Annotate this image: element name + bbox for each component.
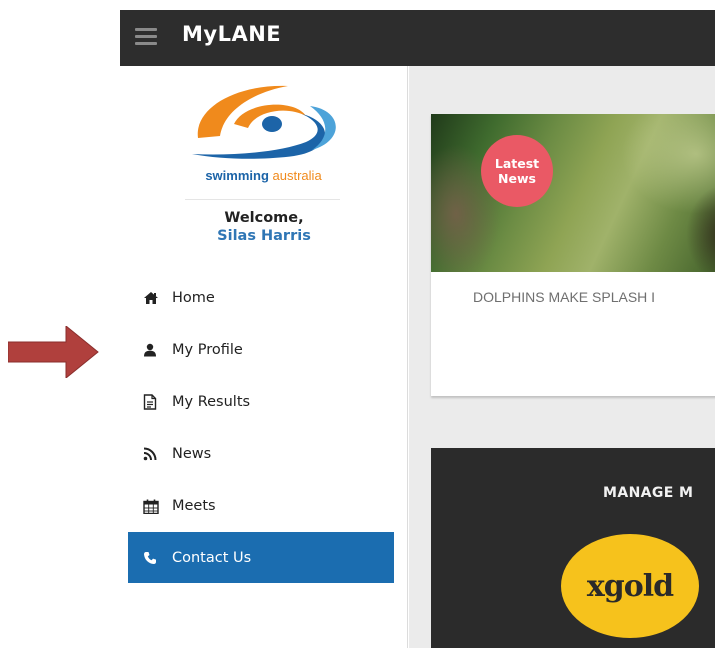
sidebar-item-label: Meets bbox=[172, 498, 216, 514]
sidebar-item-label: My Results bbox=[172, 394, 251, 410]
sidebar-item-contact-us[interactable]: Contact Us bbox=[128, 532, 394, 583]
sidebar-item-my-results[interactable]: My Results bbox=[128, 376, 394, 428]
news-photo: Latest News bbox=[431, 114, 715, 272]
swirl-logo-icon bbox=[191, 85, 336, 159]
document-icon bbox=[143, 393, 165, 411]
main-content: Latest News DOLPHINS MAKE SPLASH I MANAG… bbox=[409, 66, 715, 648]
home-icon bbox=[143, 289, 165, 307]
news-headline[interactable]: DOLPHINS MAKE SPLASH I bbox=[473, 289, 715, 305]
sidebar-item-meets[interactable]: Meets bbox=[128, 480, 394, 532]
latest-news-badge: Latest News bbox=[481, 135, 553, 207]
welcome-block: Welcome, Silas Harris bbox=[120, 209, 408, 245]
hamburger-icon[interactable] bbox=[135, 28, 157, 46]
logo-wordmark: swimming australia bbox=[205, 168, 322, 183]
manage-card-title: MANAGE M bbox=[603, 485, 694, 501]
manage-card: MANAGE M xgold bbox=[431, 448, 715, 648]
app-title: MyLANE bbox=[182, 22, 282, 46]
sidebar-item-home[interactable]: Home bbox=[128, 272, 394, 324]
rss-icon bbox=[143, 445, 165, 463]
user-icon bbox=[143, 341, 165, 359]
welcome-label: Welcome, bbox=[224, 210, 304, 226]
sidebar-item-label: Contact Us bbox=[172, 549, 252, 566]
sidebar-item-label: News bbox=[172, 446, 212, 462]
sidebar-item-label: Home bbox=[172, 290, 215, 306]
sidebar-nav: Home My Profile My Results News Meets Co… bbox=[128, 272, 394, 583]
annotation-arrow bbox=[8, 326, 99, 378]
user-name[interactable]: Silas Harris bbox=[120, 227, 408, 245]
app-window: MyLANE swimming australia Welcome, Silas… bbox=[120, 10, 715, 648]
swimming-australia-logo: swimming australia bbox=[176, 80, 351, 192]
sidebar-item-my-profile[interactable]: My Profile bbox=[128, 324, 394, 376]
calendar-icon bbox=[143, 497, 165, 515]
sidebar-item-label: My Profile bbox=[172, 342, 243, 358]
phone-icon bbox=[143, 549, 165, 567]
top-bar: MyLANE bbox=[120, 10, 715, 66]
latest-news-card[interactable]: Latest News DOLPHINS MAKE SPLASH I bbox=[431, 114, 715, 396]
sidebar-item-news[interactable]: News bbox=[128, 428, 394, 480]
logo-divider bbox=[185, 199, 340, 200]
sidebar: swimming australia Welcome, Silas Harris… bbox=[120, 66, 408, 648]
xgold-logo[interactable]: xgold bbox=[561, 534, 699, 638]
